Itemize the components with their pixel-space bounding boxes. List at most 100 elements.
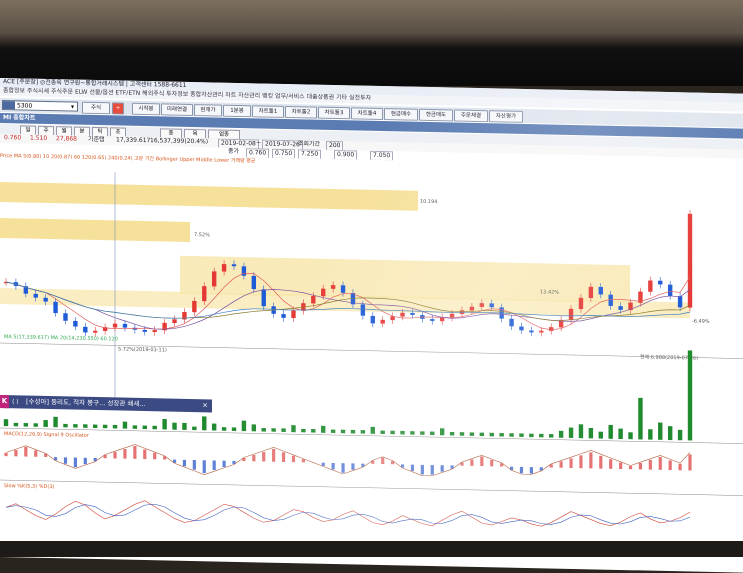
macd-bar — [24, 447, 27, 457]
laptop-bezel-bottom — [0, 541, 743, 557]
btn-tool3[interactable]: 차트툴3 — [318, 107, 350, 120]
volume-bar — [638, 398, 642, 440]
volume-bar — [688, 350, 692, 440]
candle-body — [440, 317, 444, 321]
label-mid3: -6.49% — [692, 318, 710, 324]
info-volume: 27,868 — [56, 135, 77, 143]
candle-body — [599, 287, 603, 295]
chart-area[interactable]: 10.194 7.52% 13.42% -6.49% 5.72%(2019-03… — [0, 160, 743, 556]
macd-bar — [659, 457, 662, 470]
macd-bar — [560, 461, 563, 467]
info-price: 0.760 — [4, 134, 21, 142]
info-ma-volume: 17,339.617 — [116, 136, 150, 145]
close-icon[interactable]: × — [202, 399, 208, 412]
macd-bar — [589, 452, 592, 468]
btn-tool2[interactable]: 차트툴2 — [285, 106, 317, 119]
dropdown-arrow-icon[interactable]: ▾ — [71, 102, 74, 112]
label-mid1: 7.52% — [194, 232, 210, 238]
candle-body — [668, 285, 672, 296]
news-nav-arrows[interactable]: ⟨ ⟩ — [12, 395, 19, 408]
macd-bar — [272, 449, 275, 462]
macd-bar — [252, 455, 255, 461]
macd-bar — [629, 466, 632, 469]
candle-body — [529, 330, 533, 332]
candle-body — [172, 319, 176, 323]
candle-body — [242, 266, 246, 275]
btn-add[interactable]: + — [112, 102, 124, 114]
btn-assets[interactable]: 자산평가 — [489, 110, 523, 123]
candle-body — [569, 309, 573, 320]
btn-tool1[interactable]: 차트툴1 — [252, 105, 284, 118]
volume-bar — [648, 429, 652, 439]
macd-bar — [282, 452, 285, 462]
volume-bar — [252, 424, 256, 431]
candle-body — [549, 327, 553, 331]
volume-bar — [53, 417, 57, 427]
candle-body — [490, 303, 494, 307]
btn-stock[interactable]: 주식 — [82, 102, 110, 115]
volume-bar — [321, 426, 325, 433]
volume-bar — [311, 429, 315, 433]
macd-bar — [431, 465, 434, 475]
candle-body — [63, 313, 67, 321]
macd-bar — [64, 457, 67, 463]
stock-code-input[interactable]: 5300 ▾ — [2, 100, 78, 112]
volume-bar — [529, 434, 533, 438]
btn-tool4[interactable]: 차트툴4 — [351, 107, 383, 120]
volume-bar — [133, 425, 137, 429]
btn-start[interactable]: 시작봉 — [132, 103, 160, 116]
macd-bar — [341, 463, 344, 473]
candle-body — [410, 313, 414, 315]
volume-bar — [63, 424, 67, 428]
volume-bar — [202, 416, 206, 430]
volume-bar — [182, 423, 186, 430]
volume-bar — [34, 423, 38, 427]
volume-bar — [192, 427, 196, 431]
candle-body — [113, 324, 117, 328]
macd-bar — [351, 463, 354, 469]
volume-bar — [390, 431, 394, 435]
macd-bar — [599, 456, 602, 469]
volume-bar — [222, 427, 226, 431]
macd-bar — [292, 456, 295, 462]
volume-bar — [103, 425, 107, 429]
candle-body — [281, 314, 285, 318]
macd-bar — [332, 463, 335, 469]
volume-bar — [43, 420, 47, 427]
macd-bar — [153, 453, 156, 459]
macd-bar — [421, 465, 424, 475]
candle-body — [470, 307, 474, 311]
candle-body — [400, 313, 404, 317]
btn-price[interactable]: 현재가 — [194, 104, 222, 117]
candle-body — [331, 285, 335, 289]
candle-body — [93, 331, 97, 333]
btn-future[interactable]: 미래연결 — [161, 103, 193, 116]
macd-bar — [441, 465, 444, 471]
btn-min[interactable]: 1분봉 — [223, 105, 251, 118]
volume-bar — [400, 431, 404, 435]
btn-buy[interactable]: 현금매수 — [384, 108, 418, 121]
macd-bar — [213, 460, 216, 470]
volume-bar — [559, 431, 563, 438]
macd-bar — [133, 446, 136, 459]
macd-bar — [74, 458, 77, 468]
volume-bar — [549, 434, 553, 438]
macd-bar — [411, 465, 414, 471]
btn-sell[interactable]: 현금매도 — [419, 109, 453, 122]
volume-bar — [658, 422, 662, 439]
volume-bar — [271, 428, 275, 432]
candle-body — [608, 295, 612, 306]
btn-orders[interactable]: 주문체결 — [454, 110, 488, 123]
candle-body — [648, 280, 652, 291]
macd-bar — [669, 460, 672, 470]
close-label: 종가 — [228, 148, 239, 156]
macd-bar — [203, 460, 206, 473]
volume-bar — [410, 431, 414, 435]
macd-bar — [569, 458, 572, 468]
volume-bar — [628, 432, 632, 439]
volume-bar — [361, 430, 365, 434]
volume-bar — [519, 433, 523, 437]
volume-bar — [618, 429, 622, 439]
macd-bar — [619, 463, 622, 469]
news-headline[interactable]: [수성아] 동리도, 적자 봉구... 성장관 쇄새... — [26, 396, 146, 412]
